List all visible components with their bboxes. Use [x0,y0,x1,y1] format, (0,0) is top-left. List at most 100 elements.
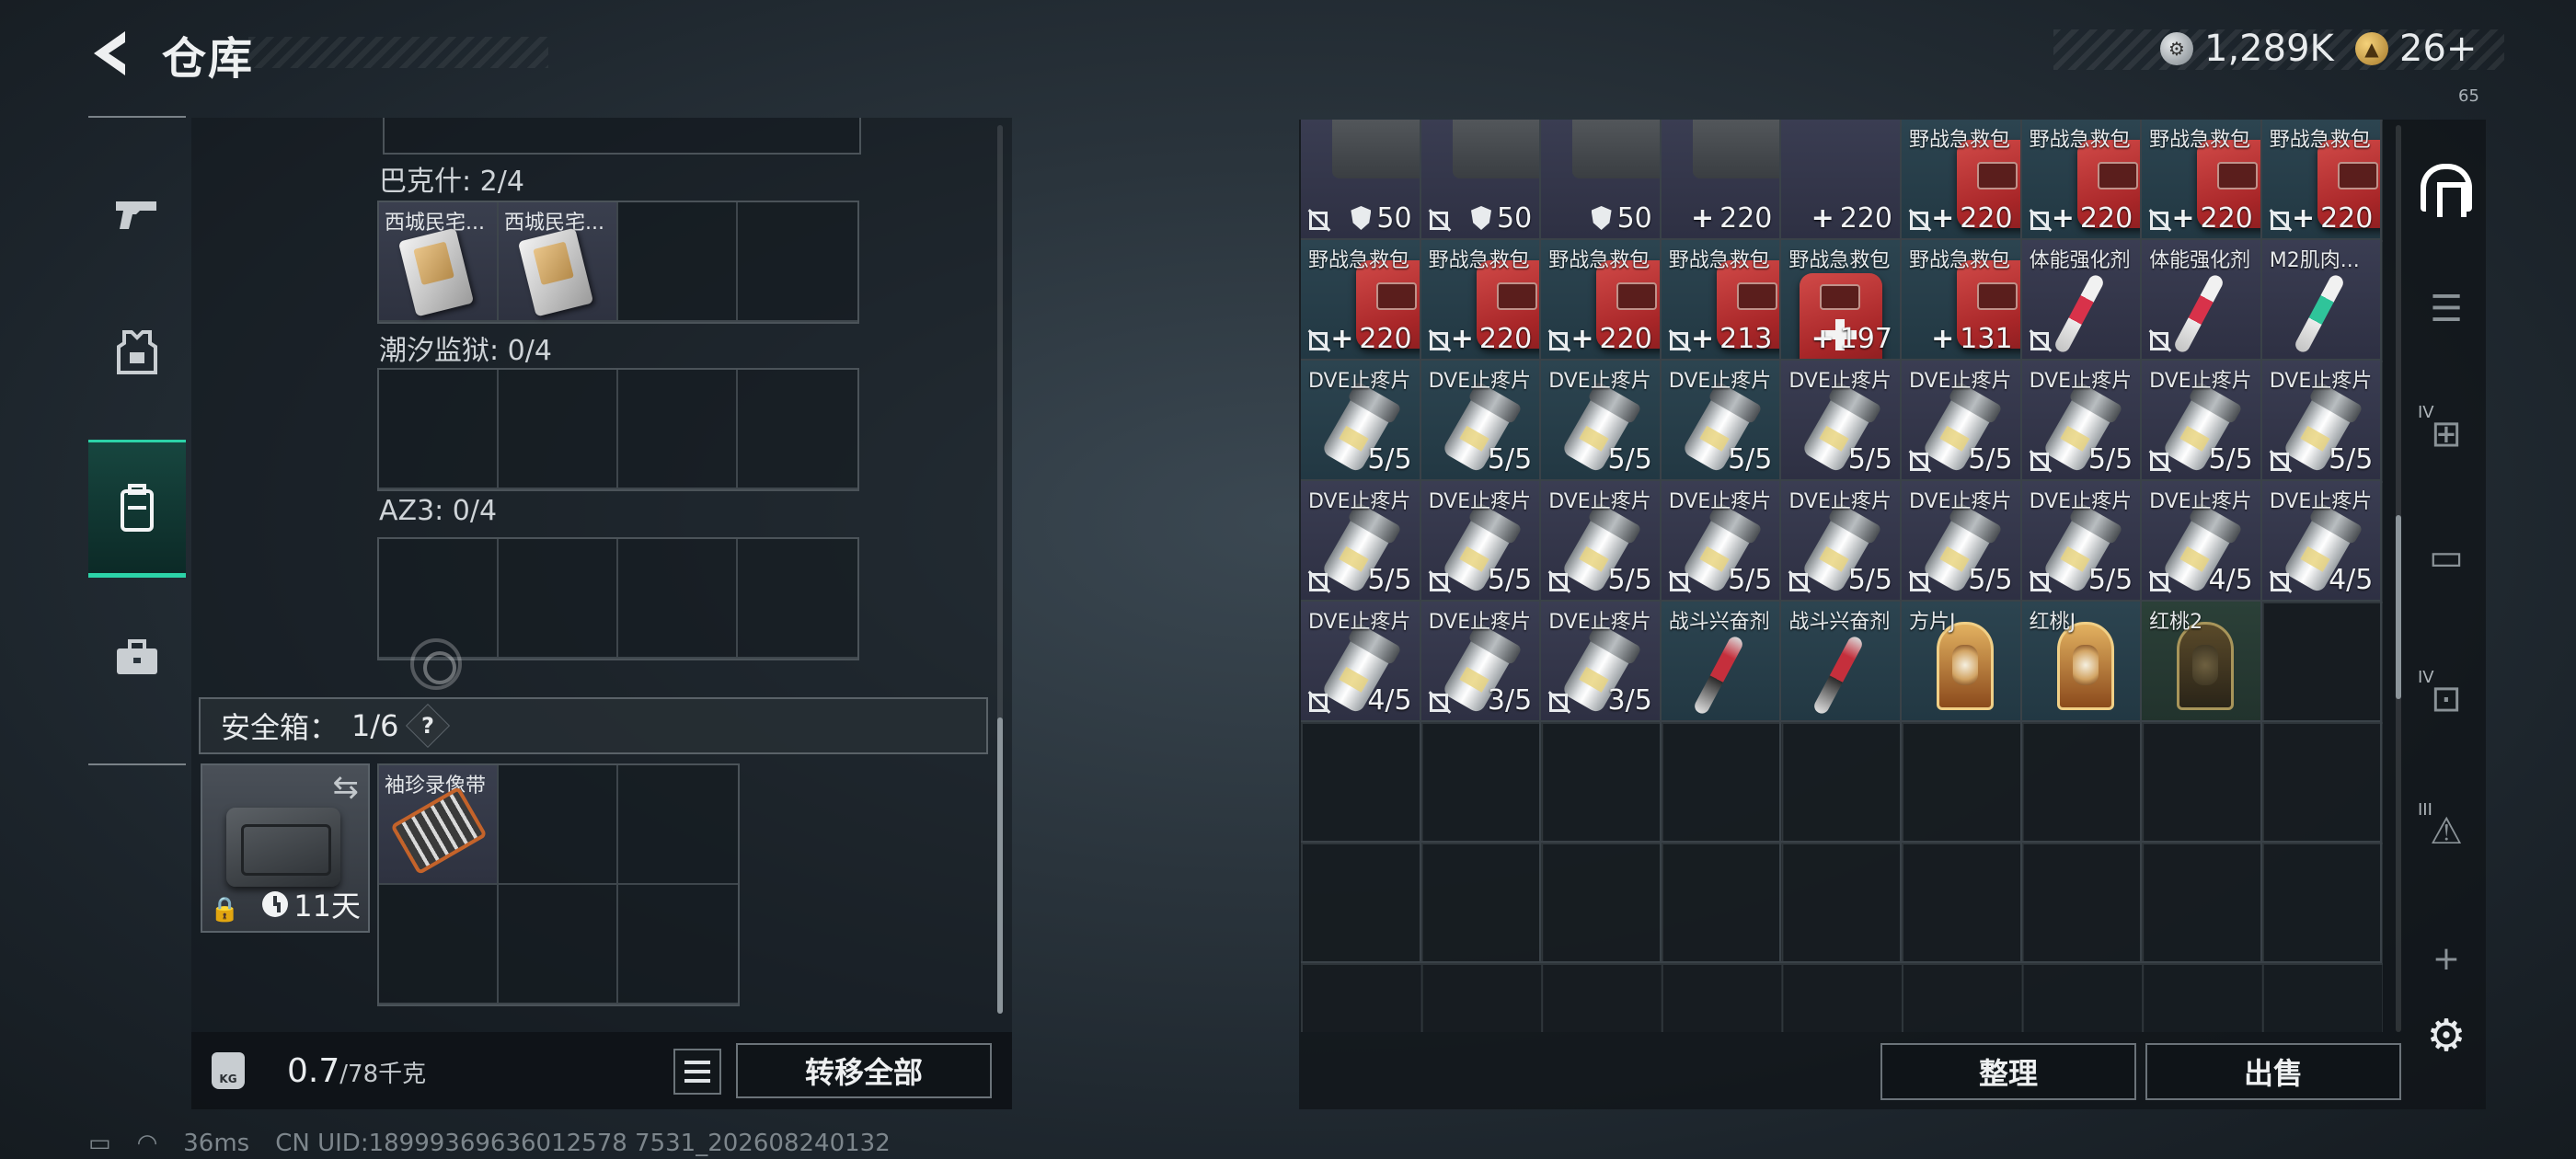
empty-stash-slot[interactable] [2021,722,2143,843]
empty-slot[interactable] [738,370,857,489]
stash-item[interactable]: 体能强化剂 [2021,240,2143,361]
stash-item[interactable]: M2肌肉... [2261,240,2383,361]
nav-backpack[interactable] [88,440,186,578]
empty-slot[interactable] [618,202,738,322]
empty-slot[interactable] [499,765,618,885]
stash-item[interactable]: 野战急救包 +197 [1781,240,1902,361]
empty-slot[interactable] [499,539,618,659]
empty-stash-slot[interactable] [1661,722,1782,843]
stash-item[interactable]: 野战急救包 +220 [1420,240,1542,361]
empty-stash-slot[interactable] [2142,843,2262,963]
rail-tier4-medical[interactable]: IV ⊞ [2410,379,2482,489]
sell-button[interactable]: 出售 [2145,1043,2401,1100]
stash-item[interactable]: DVE止疼片 5/5 [2261,361,2383,481]
empty-stash-slot[interactable] [1781,843,1902,963]
empty-stash-slot[interactable] [1541,843,1662,963]
rail-tier3[interactable]: III ⚠ [2410,776,2482,887]
tape-slot[interactable]: 袖珍录像带 [379,765,499,885]
empty-stash-slot[interactable] [1901,722,2022,843]
empty-stash-slot[interactable] [2261,843,2383,963]
empty-stash-slot[interactable] [2261,722,2383,843]
stash-item[interactable]: 野战急救包 +220 [2261,120,2383,240]
transfer-all-button[interactable]: 转移全部 [736,1043,992,1098]
stash-item[interactable]: DVE止疼片 5/5 [1901,481,2022,602]
stash-item[interactable]: 野战急救包 +220 [1901,120,2022,240]
stash-item[interactable]: DVE止疼片 5/5 [1541,481,1662,602]
stash-item[interactable]: 战斗兴奋剂 [1781,602,1902,722]
empty-stash-slot[interactable] [1541,722,1662,843]
stash-item[interactable]: DVE止疼片 3/5 [1420,602,1542,722]
stash-item[interactable]: 野战急救包 +220 [1541,240,1662,361]
empty-stash-slot[interactable] [2142,722,2262,843]
empty-stash-slot[interactable] [1420,722,1542,843]
list-view-button[interactable] [673,1049,721,1095]
stash-item[interactable]: DVE止疼片 5/5 [1781,361,1902,481]
nav-armor[interactable] [88,283,186,421]
key-card-slot[interactable]: 西城民宅... [499,202,618,322]
stash-item[interactable]: +220 [1661,120,1782,240]
empty-slot[interactable] [379,370,499,489]
stash-item[interactable]: DVE止疼片 5/5 [1301,481,1421,602]
stash-item[interactable]: DVE止疼片 3/5 [1541,602,1662,722]
stash-item[interactable]: 方片J [1901,602,2022,722]
gold-currency[interactable]: ▲ 26+ [2355,28,2477,70]
stash-item[interactable]: +220 [1781,120,1902,240]
nav-briefcase[interactable] [88,589,186,727]
stash-item[interactable]: DVE止疼片 5/5 [1901,361,2022,481]
stash-item[interactable]: DVE止疼片 5/5 [2021,481,2143,602]
empty-slot[interactable] [738,539,857,659]
safe-box-card[interactable]: ⇆ 🔒 11天 [201,763,370,933]
backpack-scroll-thumb[interactable] [997,717,1003,1014]
stash-item[interactable]: 红桃2 [2142,602,2262,722]
empty-stash-slot[interactable] [2021,843,2143,963]
organize-button[interactable]: 整理 [1880,1043,2136,1100]
empty-stash-slot[interactable] [1661,843,1782,963]
stash-item[interactable]: DVE止疼片 4/5 [2261,481,2383,602]
stash-item[interactable]: 野战急救包 +220 [2142,120,2262,240]
stash-item[interactable]: 野战急救包 +220 [2021,120,2143,240]
stash-item[interactable]: DVE止疼片 5/5 [1541,361,1662,481]
empty-stash-slot[interactable] [1301,843,1421,963]
rail-folder[interactable]: ▭ [2410,502,2482,613]
swap-icon[interactable]: ⇆ [333,769,360,806]
rail-home[interactable] [2410,132,2482,243]
stash-item[interactable]: DVE止疼片 5/5 [1661,481,1782,602]
empty-slot[interactable] [499,885,618,1004]
rail-tier4-camera[interactable]: IV ⊡ [2410,644,2482,754]
empty-stash-slot[interactable] [1420,843,1542,963]
key-card-slot[interactable]: 西城民宅... [379,202,499,322]
help-button[interactable]: ? [405,703,450,749]
stash-item[interactable]: DVE止疼片 5/5 [1420,481,1542,602]
empty-slot[interactable] [618,539,738,659]
stash-item[interactable]: 50 [1301,120,1421,240]
stash-item[interactable]: 野战急救包 +131 [1901,240,2022,361]
empty-stash-slot[interactable] [1301,722,1421,843]
stash-item[interactable]: 红桃J [2021,602,2143,722]
stash-item[interactable]: DVE止疼片 4/5 [2142,481,2262,602]
back-button[interactable] [85,28,140,79]
empty-stash-slot[interactable] [1901,843,2022,963]
stash-item[interactable]: DVE止疼片 5/5 [2142,361,2262,481]
stash-item[interactable]: DVE止疼片 4/5 [1301,602,1421,722]
rail-documents[interactable]: ☰ [2410,254,2482,364]
empty-slot[interactable] [618,370,738,489]
empty-stash-slot[interactable] [1781,722,1902,843]
stash-item[interactable]: 战斗兴奋剂 [1661,602,1782,722]
stash-item[interactable]: DVE止疼片 5/5 [1781,481,1902,602]
stash-item[interactable]: DVE止疼片 5/5 [1661,361,1782,481]
stash-item[interactable]: 野战急救包 +220 [1301,240,1421,361]
stash-item[interactable]: DVE止疼片 5/5 [1420,361,1542,481]
stash-scroll-thumb[interactable] [2396,515,2401,699]
stash-item[interactable]: 50 [1420,120,1542,240]
settings-button[interactable]: ⚙ [2410,981,2482,1091]
stash-item[interactable]: DVE止疼片 5/5 [2021,361,2143,481]
empty-slot[interactable] [379,885,499,1004]
nav-weapons[interactable] [88,145,186,283]
empty-slot[interactable] [499,370,618,489]
stash-item[interactable]: 野战急救包 +213 [1661,240,1782,361]
stash-item[interactable]: 50 [1541,120,1662,240]
stash-item[interactable]: 体能强化剂 [2142,240,2262,361]
empty-stash-slot[interactable] [2261,602,2383,722]
empty-slot[interactable] [618,885,738,1004]
stash-item[interactable]: DVE止疼片 5/5 [1301,361,1421,481]
